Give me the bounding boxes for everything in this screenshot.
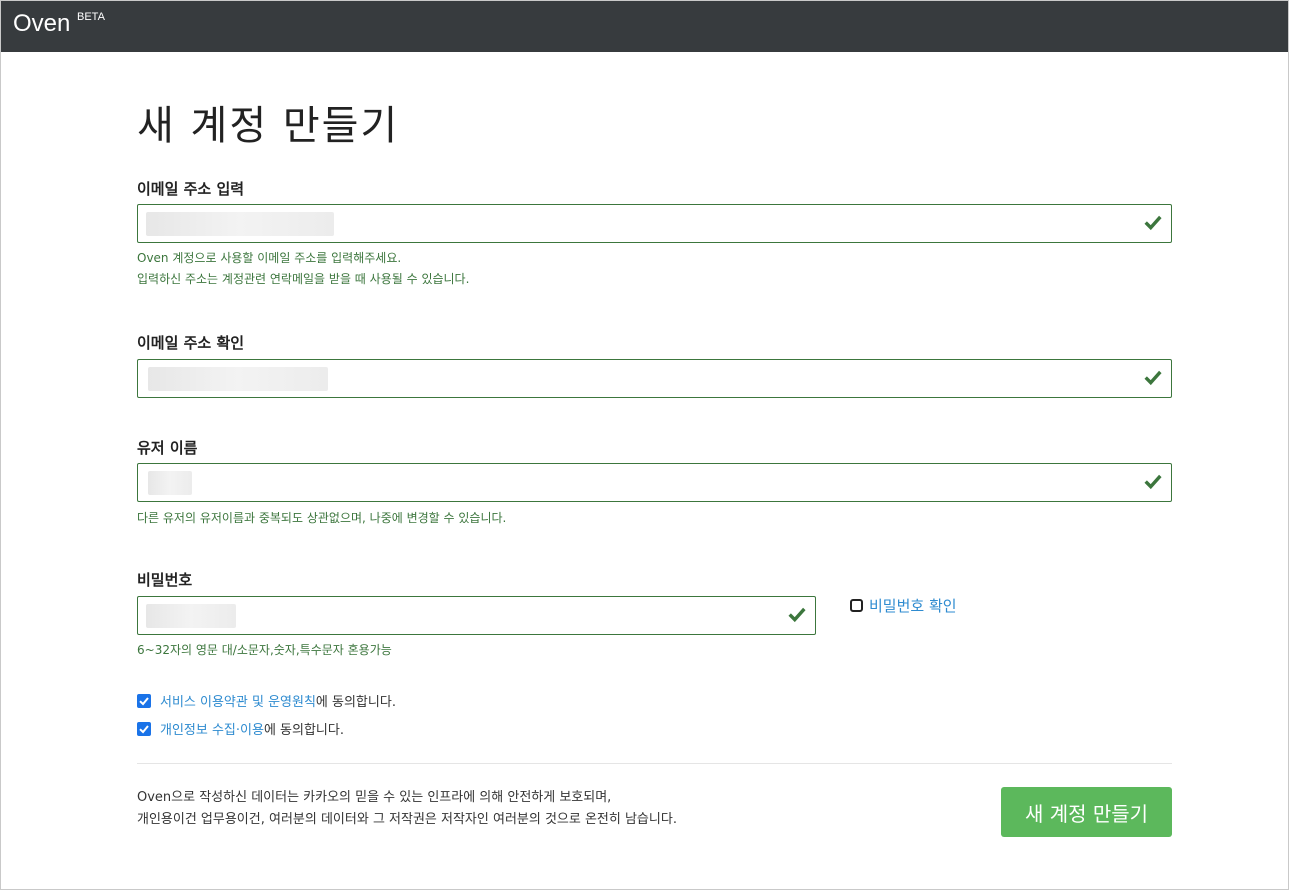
password-value-redacted bbox=[146, 604, 236, 628]
username-label: 유저 이름 bbox=[137, 439, 198, 457]
email-confirm-label: 이메일 주소 확인 bbox=[137, 334, 245, 352]
show-password-label[interactable]: 비밀번호 확인 bbox=[869, 595, 957, 616]
password-input[interactable] bbox=[137, 596, 816, 635]
agree-terms-row: 서비스 이용약관 및 운영원칙 에 동의합니다. bbox=[137, 691, 396, 710]
email-help-line-1: Oven 계정으로 사용할 이메일 주소를 입력해주세요. bbox=[137, 251, 402, 265]
valid-check-icon bbox=[1144, 215, 1162, 231]
footer-line-2: 개인용이건 업무용이건, 여러분의 데이터와 그 저작권은 저작자인 여러분의 … bbox=[137, 812, 677, 827]
create-account-button[interactable]: 새 계정 만들기 bbox=[1001, 787, 1172, 837]
agree-privacy-suffix: 에 동의합니다. bbox=[263, 723, 344, 738]
agree-privacy-checkbox[interactable] bbox=[137, 721, 151, 736]
footer-note: Oven으로 작성하신 데이터는 카카오의 믿을 수 있는 인프라에 의해 안전… bbox=[137, 787, 677, 831]
email-label: 이메일 주소 입력 bbox=[137, 180, 245, 198]
show-password-toggle[interactable]: 비밀번호 확인 bbox=[850, 595, 957, 616]
agree-terms-suffix: 에 동의합니다. bbox=[315, 695, 396, 710]
page-title: 새 계정 만들기 bbox=[137, 103, 400, 149]
agree-terms-checkbox[interactable] bbox=[137, 693, 151, 708]
email-help: Oven 계정으로 사용할 이메일 주소를 입력해주세요. 입력하신 주소는 계… bbox=[137, 248, 469, 290]
email-confirm-value-redacted bbox=[148, 367, 328, 391]
username-help: 다른 유저의 유저이름과 중복되도 상관없으며, 나중에 변경할 수 있습니다. bbox=[137, 511, 507, 525]
username-input[interactable] bbox=[137, 463, 1172, 502]
password-help: 6~32자의 영문 대/소문자,숫자,특수문자 혼용가능 bbox=[137, 643, 392, 657]
password-label: 비밀번호 bbox=[137, 571, 193, 589]
valid-check-icon bbox=[1144, 370, 1162, 386]
privacy-link[interactable]: 개인정보 수집·이용 bbox=[160, 719, 264, 738]
valid-check-icon bbox=[1144, 474, 1162, 490]
top-navbar: Oven BETA bbox=[1, 1, 1288, 52]
brand-logo[interactable]: Oven bbox=[13, 10, 70, 38]
email-help-line-2: 입력하신 주소는 계정관련 연락메일을 받을 때 사용될 수 있습니다. bbox=[137, 272, 470, 286]
checkmark-icon bbox=[139, 724, 149, 733]
valid-check-icon bbox=[788, 607, 806, 623]
checkmark-icon bbox=[139, 696, 149, 705]
footer-line-1: Oven으로 작성하신 데이터는 카카오의 믿을 수 있는 인프라에 의해 안전… bbox=[137, 790, 612, 805]
terms-link[interactable]: 서비스 이용약관 및 운영원칙 bbox=[160, 691, 316, 710]
username-value-redacted bbox=[148, 471, 192, 495]
email-confirm-input[interactable] bbox=[137, 359, 1172, 398]
beta-badge: BETA bbox=[77, 11, 105, 23]
divider bbox=[137, 763, 1172, 764]
email-input[interactable] bbox=[137, 204, 1172, 243]
email-value-redacted bbox=[146, 212, 334, 236]
show-password-checkbox[interactable] bbox=[850, 599, 863, 612]
agree-privacy-row: 개인정보 수집·이용 에 동의합니다. bbox=[137, 719, 344, 738]
